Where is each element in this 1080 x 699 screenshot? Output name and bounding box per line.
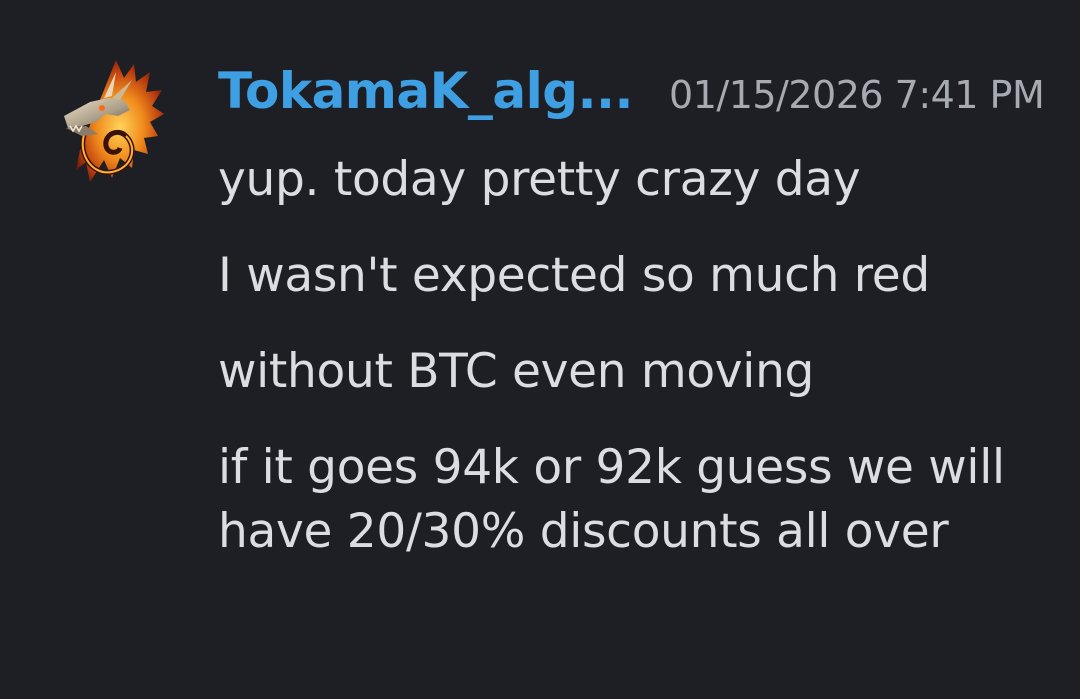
message-line: without BTC even moving bbox=[218, 344, 815, 399]
message-body: yup. today pretty crazy day I wasn't exp… bbox=[218, 148, 1048, 564]
dragon-avatar-icon bbox=[64, 60, 164, 182]
message-line: yup. today pretty crazy day bbox=[218, 152, 861, 207]
timestamp: 01/15/2026 7:41 PM bbox=[669, 73, 1045, 117]
message-header: TokamaK_alg... 01/15/2026 7:41 PM bbox=[218, 62, 1045, 128]
chat-message: TokamaK_alg... 01/15/2026 7:41 PM yup. t… bbox=[0, 0, 1080, 699]
user-avatar[interactable] bbox=[46, 50, 168, 194]
message-line: I wasn't expected so much red bbox=[218, 248, 930, 303]
message-line: if it goes 94k or 92k guess we will have… bbox=[218, 440, 1020, 559]
username[interactable]: TokamaK_alg... bbox=[218, 62, 634, 120]
